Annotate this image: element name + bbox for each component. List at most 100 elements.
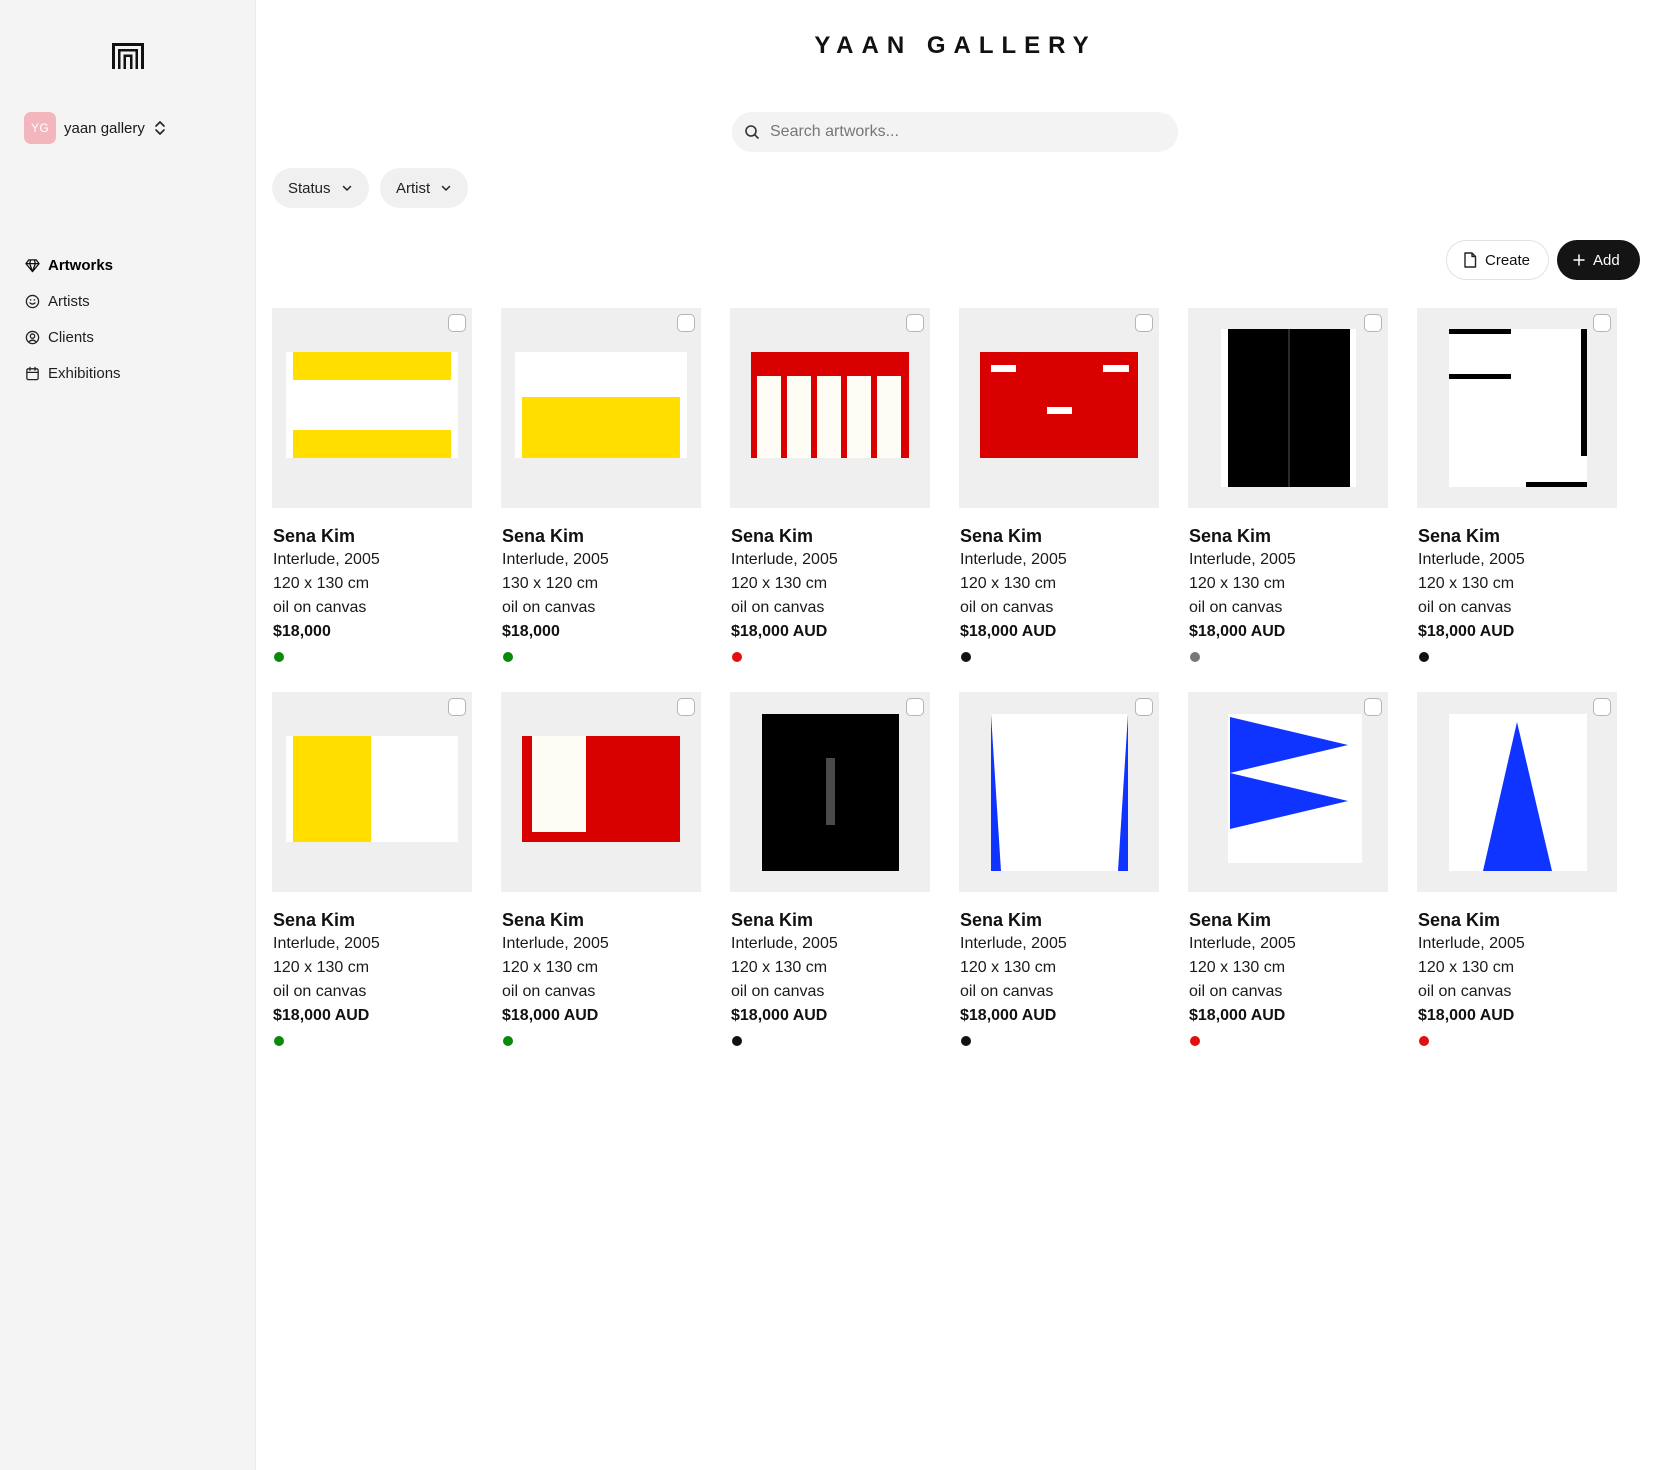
org-name: yaan gallery — [64, 119, 145, 137]
select-checkbox[interactable] — [677, 698, 695, 716]
artwork-size: 120 x 130 cm — [1189, 959, 1286, 976]
status-dot — [503, 652, 513, 662]
sidebar-item-exhibitions[interactable]: Exhibitions — [24, 361, 234, 385]
artwork-thumbnail[interactable] — [730, 308, 930, 508]
artwork-size: 120 x 130 cm — [731, 959, 828, 976]
select-checkbox[interactable] — [1364, 698, 1382, 716]
sidebar-item-clients[interactable]: Clients — [24, 325, 234, 349]
artwork-title: Interlude, 2005 — [731, 935, 838, 952]
artwork-info: Sena Kim Interlude, 2005 120 x 130 cm oi… — [501, 908, 701, 1046]
artwork-title: Interlude, 2005 — [1418, 935, 1525, 952]
select-checkbox[interactable] — [677, 314, 695, 332]
artwork-price: $18,000 AUD — [960, 1007, 1057, 1024]
artwork-size: 120 x 130 cm — [1418, 959, 1515, 976]
artwork-title: Interlude, 2005 — [960, 935, 1067, 952]
select-checkbox[interactable] — [906, 314, 924, 332]
select-checkbox[interactable] — [1135, 314, 1153, 332]
select-checkbox[interactable] — [448, 314, 466, 332]
artwork-artist: Sena Kim — [273, 526, 356, 546]
artwork-title: Interlude, 2005 — [1418, 551, 1525, 568]
artwork-thumbnail[interactable] — [1188, 308, 1388, 508]
artwork-thumbnail[interactable] — [959, 692, 1159, 892]
artwork-card[interactable]: Sena Kim Interlude, 2005 120 x 130 cm oi… — [1417, 692, 1617, 1046]
artwork-thumbnail[interactable] — [1188, 692, 1388, 892]
artwork-medium: oil on canvas — [1189, 599, 1283, 616]
file-icon — [1464, 252, 1477, 268]
artwork-size: 120 x 130 cm — [273, 959, 370, 976]
select-checkbox[interactable] — [1593, 698, 1611, 716]
sidebar-item-artists[interactable]: Artists — [24, 289, 234, 313]
artwork-info: Sena Kim Interlude, 2005 120 x 130 cm oi… — [959, 524, 1159, 662]
artwork-title: Interlude, 2005 — [731, 551, 838, 568]
artwork-price: $18,000 — [273, 623, 331, 640]
artwork-image — [1449, 329, 1587, 487]
artwork-card[interactable]: Sena Kim Interlude, 2005 120 x 130 cm oi… — [730, 692, 930, 1046]
artwork-size: 130 x 120 cm — [502, 575, 599, 592]
artwork-medium: oil on canvas — [731, 983, 825, 1000]
user-circle-icon — [24, 329, 40, 345]
artwork-price: $18,000 AUD — [502, 1007, 599, 1024]
status-dot — [274, 1036, 284, 1046]
artwork-thumbnail[interactable] — [501, 692, 701, 892]
artwork-card[interactable]: Sena Kim Interlude, 2005 120 x 130 cm oi… — [1188, 308, 1388, 662]
artwork-card[interactable]: Sena Kim Interlude, 2005 120 x 130 cm oi… — [1188, 692, 1388, 1046]
select-checkbox[interactable] — [448, 698, 466, 716]
artwork-card[interactable]: Sena Kim Interlude, 2005 130 x 120 cm oi… — [501, 308, 701, 662]
org-switcher[interactable]: YG yaan gallery — [24, 112, 167, 144]
artwork-card[interactable]: Sena Kim Interlude, 2005 120 x 130 cm oi… — [959, 692, 1159, 1046]
artwork-price: $18,000 AUD — [1418, 623, 1515, 640]
artwork-size: 120 x 130 cm — [1418, 575, 1515, 592]
artwork-card[interactable]: Sena Kim Interlude, 2005 120 x 130 cm oi… — [272, 692, 472, 1046]
artwork-image — [522, 736, 680, 842]
artwork-price: $18,000 AUD — [1418, 1007, 1515, 1024]
artwork-card[interactable]: Sena Kim Interlude, 2005 120 x 130 cm oi… — [1417, 308, 1617, 662]
artwork-artist: Sena Kim — [502, 910, 585, 930]
search-input[interactable] — [770, 123, 1150, 141]
status-dot — [732, 652, 742, 662]
search-bar[interactable] — [732, 112, 1178, 152]
artwork-image — [762, 714, 899, 871]
add-button-label: Add — [1593, 251, 1620, 269]
select-checkbox[interactable] — [1135, 698, 1153, 716]
artwork-image — [751, 352, 909, 458]
artwork-thumbnail[interactable] — [501, 308, 701, 508]
artwork-price: $18,000 AUD — [1189, 623, 1286, 640]
add-button[interactable]: Add — [1557, 240, 1640, 280]
sidebar-item-artworks[interactable]: Artworks — [24, 253, 234, 277]
artwork-image — [991, 714, 1128, 871]
artwork-price: $18,000 AUD — [731, 1007, 828, 1024]
artwork-artist: Sena Kim — [273, 910, 356, 930]
artist-filter[interactable]: Artist — [380, 168, 469, 208]
status-filter[interactable]: Status — [272, 168, 369, 208]
artwork-thumbnail[interactable] — [1417, 308, 1617, 508]
artwork-price: $18,000 AUD — [731, 623, 828, 640]
page-title: YAAN GALLERY — [814, 32, 1097, 59]
artwork-card[interactable]: Sena Kim Interlude, 2005 120 x 130 cm oi… — [959, 308, 1159, 662]
select-checkbox[interactable] — [1593, 314, 1611, 332]
artwork-info: Sena Kim Interlude, 2005 120 x 130 cm oi… — [1188, 524, 1388, 662]
artwork-thumbnail[interactable] — [272, 692, 472, 892]
artwork-medium: oil on canvas — [731, 599, 825, 616]
artwork-card[interactable]: Sena Kim Interlude, 2005 120 x 130 cm oi… — [730, 308, 930, 662]
select-checkbox[interactable] — [1364, 314, 1382, 332]
chevron-down-icon — [342, 185, 351, 191]
select-checkbox[interactable] — [906, 698, 924, 716]
status-dot — [1419, 1036, 1429, 1046]
create-button[interactable]: Create — [1446, 240, 1549, 280]
artwork-image — [1449, 714, 1587, 871]
artwork-thumbnail[interactable] — [730, 692, 930, 892]
artwork-size: 120 x 130 cm — [960, 959, 1057, 976]
artwork-image — [286, 736, 458, 842]
artwork-card[interactable]: Sena Kim Interlude, 2005 120 x 130 cm oi… — [272, 308, 472, 662]
artwork-artist: Sena Kim — [1418, 910, 1501, 930]
artwork-thumbnail[interactable] — [272, 308, 472, 508]
artwork-thumbnail[interactable] — [959, 308, 1159, 508]
artwork-artist: Sena Kim — [1189, 526, 1272, 546]
sidebar-item-label: Artists — [48, 292, 90, 310]
status-dot — [1190, 652, 1200, 662]
gallery-logo-icon[interactable] — [111, 42, 145, 70]
artwork-image — [1228, 714, 1362, 863]
artwork-card[interactable]: Sena Kim Interlude, 2005 120 x 130 cm oi… — [501, 692, 701, 1046]
artwork-thumbnail[interactable] — [1417, 692, 1617, 892]
artwork-info: Sena Kim Interlude, 2005 120 x 130 cm oi… — [1417, 908, 1617, 1046]
